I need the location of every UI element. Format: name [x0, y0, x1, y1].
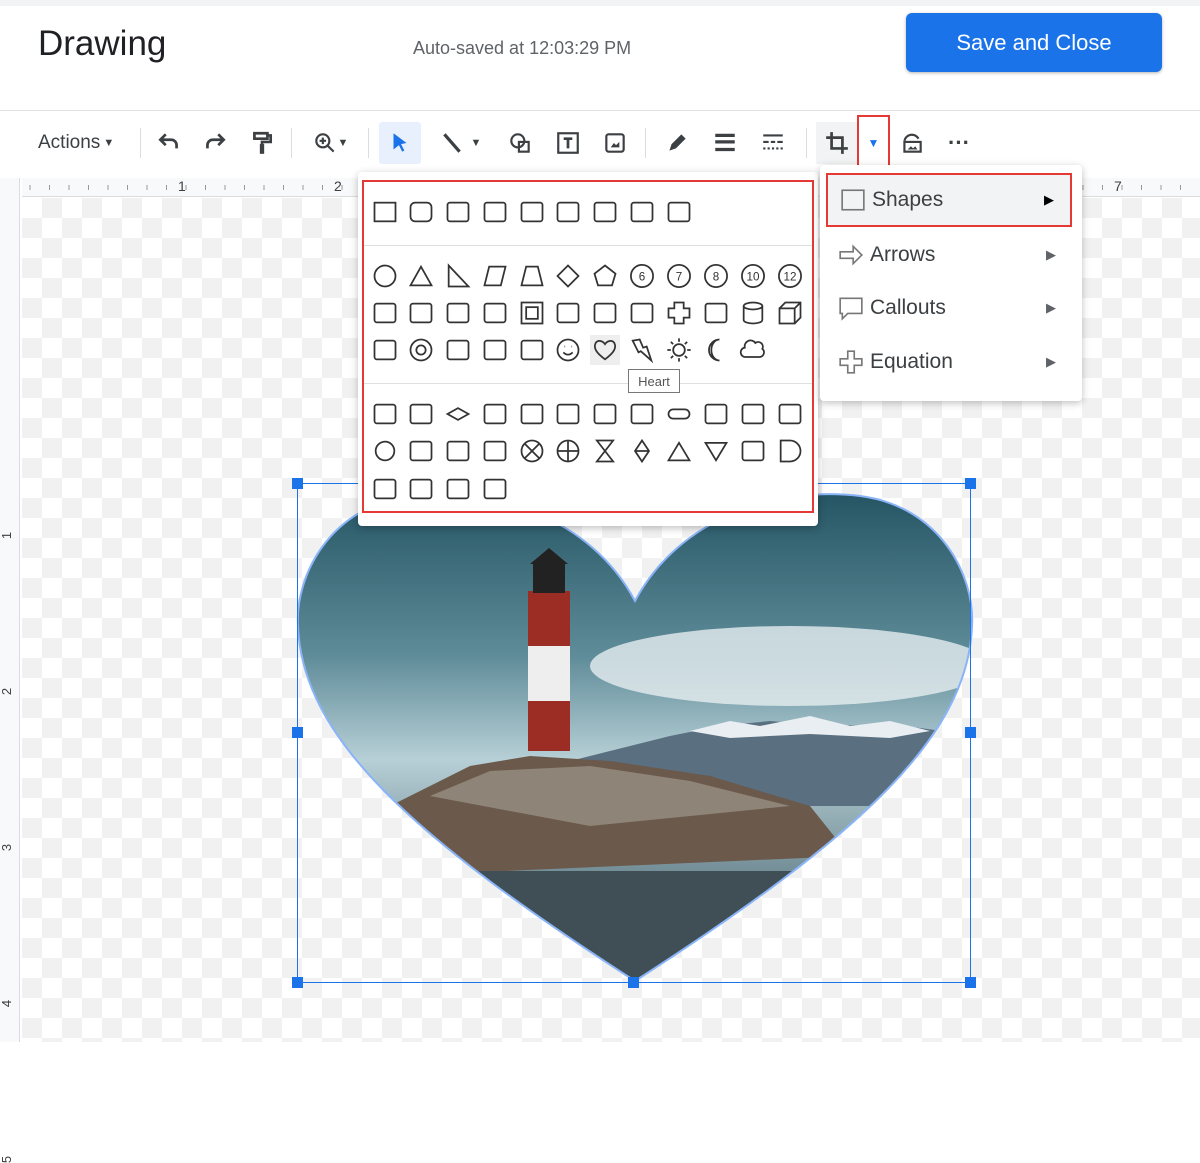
vertical-ruler: 1 2 3 4 5 — [0, 178, 20, 1163]
menu-item-label: Shapes — [872, 188, 944, 211]
line-icon[interactable]: ▼ — [428, 124, 492, 162]
divider — [645, 128, 646, 158]
menu-item-shapes[interactable]: Shapes ▶ — [826, 173, 1072, 227]
submenu-arrow-icon: ▶ — [1046, 247, 1056, 262]
menu-item-label: Equation — [870, 350, 953, 373]
ruler-label: 3 — [0, 843, 15, 852]
resize-handle[interactable] — [292, 727, 303, 738]
redo-icon[interactable] — [198, 124, 232, 162]
resize-handle[interactable] — [965, 727, 976, 738]
ruler-label: 2 — [0, 687, 15, 696]
selection-box — [297, 483, 971, 983]
divider — [291, 128, 292, 158]
ruler-label: 4 — [0, 999, 15, 1008]
ruler-label: 7 — [1114, 178, 1122, 194]
ruler-label: 2 — [334, 178, 342, 194]
ruler-label: 1 — [0, 531, 15, 540]
image-icon[interactable] — [598, 124, 632, 162]
caret-down-icon: ▼ — [103, 137, 115, 149]
menu-item-label: Callouts — [870, 296, 946, 319]
ruler-label: 1 — [178, 178, 186, 194]
menu-item-equation[interactable]: Equation ▶ — [826, 335, 1072, 389]
divider — [140, 128, 141, 158]
select-icon[interactable] — [379, 122, 421, 164]
line-weight-icon[interactable] — [708, 124, 742, 162]
submenu-arrow-icon: ▶ — [1044, 192, 1054, 207]
highlight-box — [857, 115, 890, 167]
shape-icon[interactable] — [503, 124, 537, 162]
menu-item-arrows[interactable]: Arrows ▶ — [826, 228, 1072, 282]
callout-icon — [826, 295, 870, 321]
page-title: Drawing — [38, 24, 167, 63]
actions-menu-button[interactable]: Actions ▼ — [38, 124, 114, 162]
menu-item-label: Arrows — [870, 243, 936, 266]
top-bar — [0, 0, 1200, 6]
more-icon[interactable]: ··· — [942, 124, 976, 162]
resize-handle[interactable] — [292, 977, 303, 988]
divider — [368, 128, 369, 158]
divider — [0, 110, 1200, 111]
highlight-box — [362, 180, 814, 513]
crop-icon[interactable] — [816, 122, 858, 164]
submenu-arrow-icon: ▶ — [1046, 354, 1056, 369]
tooltip: Heart — [628, 369, 680, 393]
zoom-icon[interactable]: ▼ — [303, 124, 357, 162]
line-dash-icon[interactable] — [756, 124, 790, 162]
plus-icon — [826, 349, 870, 375]
resize-handle[interactable] — [292, 478, 303, 489]
square-icon — [828, 187, 872, 213]
menu-item-callouts[interactable]: Callouts ▶ — [826, 281, 1072, 335]
paint-format-icon[interactable] — [245, 124, 279, 162]
replace-image-icon[interactable] — [895, 124, 929, 162]
ruler-label: 5 — [0, 1155, 15, 1163]
resize-handle[interactable] — [628, 977, 639, 988]
resize-handle[interactable] — [965, 977, 976, 988]
text-box-icon[interactable] — [551, 124, 585, 162]
undo-icon[interactable] — [152, 124, 186, 162]
autosave-status: Auto-saved at 12:03:29 PM — [413, 38, 632, 58]
submenu-arrow-icon: ▶ — [1046, 300, 1056, 315]
divider — [806, 128, 807, 158]
actions-label: Actions — [38, 132, 101, 153]
pen-icon[interactable] — [660, 124, 694, 162]
resize-handle[interactable] — [965, 478, 976, 489]
save-and-close-button[interactable]: Save and Close — [906, 13, 1162, 72]
arrow-icon — [826, 242, 870, 268]
